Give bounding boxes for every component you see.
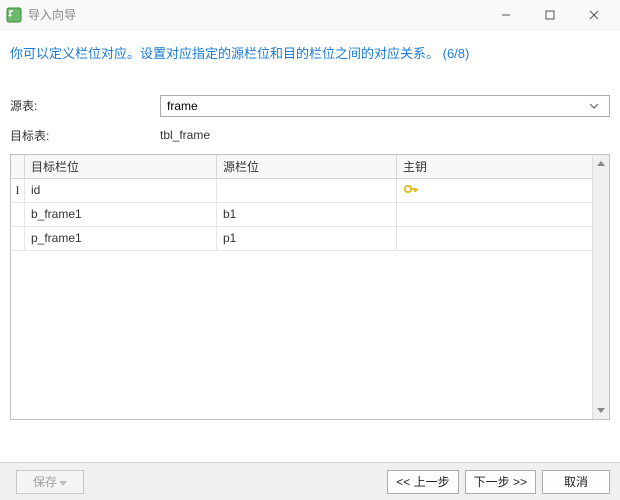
cell-source[interactable]: b1 (217, 203, 397, 226)
cell-key[interactable] (397, 227, 592, 250)
save-button-label: 保存 (33, 473, 57, 490)
maximize-button[interactable] (528, 0, 572, 30)
cell-source[interactable] (217, 179, 397, 202)
titlebar: 导入向导 (0, 0, 620, 30)
instruction-text: 你可以定义栏位对应。设置对应指定的源栏位和目的栏位之间的对应关系。 (6/8) (10, 44, 610, 65)
app-icon (6, 7, 22, 23)
scroll-up-icon[interactable] (593, 155, 609, 172)
source-table-value: frame (167, 99, 198, 113)
source-table-select[interactable]: frame (160, 95, 610, 117)
target-table-label: 目标表: (10, 127, 160, 144)
prev-button[interactable]: << 上一步 (387, 470, 458, 494)
key-icon (403, 182, 419, 199)
cell-target[interactable]: id (25, 179, 217, 202)
grid-header-key[interactable]: 主钥 (397, 155, 592, 178)
target-table-value: tbl_frame (160, 128, 210, 142)
cell-target[interactable]: b_frame1 (25, 203, 217, 226)
prev-button-label: << 上一步 (396, 473, 449, 490)
close-button[interactable] (572, 0, 616, 30)
next-button-label: 下一步 >> (474, 473, 527, 490)
grid-header-row: 目标栏位 源栏位 主钥 (11, 155, 592, 179)
chevron-down-icon (585, 96, 603, 116)
row-cursor-icon: I (11, 179, 25, 202)
mapping-grid: 目标栏位 源栏位 主钥 I id (10, 154, 610, 420)
grid-header-source[interactable]: 源栏位 (217, 155, 397, 178)
vertical-scrollbar[interactable] (592, 155, 609, 419)
row-handle (11, 227, 25, 250)
cancel-button[interactable]: 取消 (542, 470, 610, 494)
scroll-down-icon[interactable] (593, 402, 609, 419)
grid-header-handle (11, 155, 25, 178)
row-handle (11, 203, 25, 226)
minimize-button[interactable] (484, 0, 528, 30)
cell-target[interactable]: p_frame1 (25, 227, 217, 250)
cell-key[interactable] (397, 203, 592, 226)
cell-source[interactable]: p1 (217, 227, 397, 250)
cell-key[interactable] (397, 179, 592, 202)
button-bar: 保存 << 上一步 下一步 >> 取消 (0, 462, 620, 500)
source-table-label: 源表: (10, 97, 160, 114)
window-title: 导入向导 (28, 6, 484, 23)
next-button[interactable]: 下一步 >> (465, 470, 536, 494)
chevron-down-icon (59, 475, 67, 489)
table-row[interactable]: p_frame1 p1 (11, 227, 592, 251)
table-row[interactable]: b_frame1 b1 (11, 203, 592, 227)
table-row[interactable]: I id (11, 179, 592, 203)
cancel-button-label: 取消 (564, 473, 588, 490)
grid-header-target[interactable]: 目标栏位 (25, 155, 217, 178)
save-button: 保存 (16, 470, 84, 494)
